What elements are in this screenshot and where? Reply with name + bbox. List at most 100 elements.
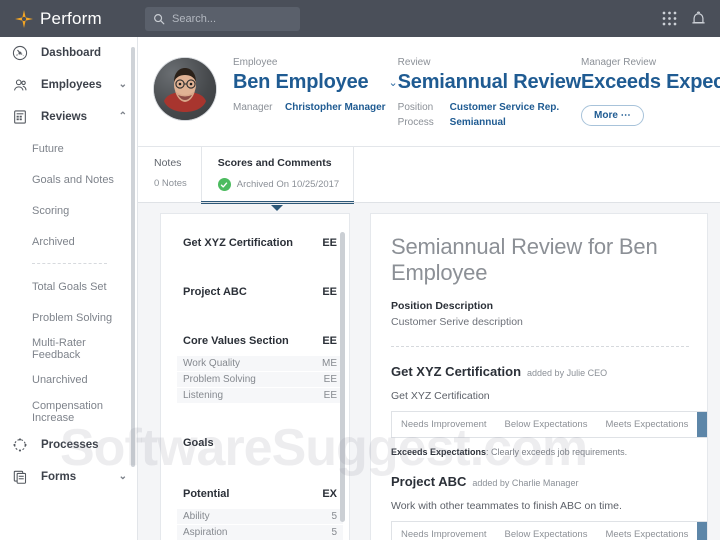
score-row: Goals	[183, 428, 337, 458]
goal-header: Get XYZ Certification added by Julie CEO	[391, 364, 707, 379]
score-name: Get XYZ Certification	[183, 237, 293, 249]
sidebar-scrollbar[interactable]	[131, 47, 135, 467]
score-group[interactable]: Potential EX Ability 5 Aspiration 5 Enga…	[183, 479, 337, 540]
score-row: Get XYZ Certification EE	[183, 228, 337, 258]
sidebar-item-forms[interactable]: Forms ⌄	[0, 461, 137, 493]
sidebar-item-reviews[interactable]: Reviews ⌃	[0, 101, 137, 133]
goal-header: Project ABC added by Charlie Manager	[391, 474, 707, 489]
tab-bar: Notes 0 Notes Scores and Comments Archiv…	[138, 147, 720, 203]
scores-panel-scrollbar[interactable]	[340, 232, 345, 522]
position-key: Position	[398, 102, 450, 113]
rating-option[interactable]: Below Expectations	[496, 412, 597, 437]
goal-added-by: added by Julie CEO	[527, 368, 607, 378]
brand-logo[interactable]: Perform	[0, 0, 138, 37]
score-name: Core Values Section	[183, 335, 289, 347]
score-subrow[interactable]: Work Quality ME	[177, 356, 343, 371]
score-group[interactable]: Get XYZ Certification EE	[183, 228, 337, 258]
scores-summary-panel: Get XYZ Certification EE Project ABC EE …	[160, 213, 350, 540]
forms-icon	[12, 469, 32, 485]
more-button[interactable]: More ⋯	[581, 105, 644, 126]
sidebar-sub-label: Problem Solving	[32, 312, 112, 324]
score-group[interactable]: Goals	[183, 428, 337, 458]
search-icon	[153, 13, 165, 25]
score-subrow[interactable]: Aspiration 5	[177, 525, 343, 540]
tab-notes[interactable]: Notes 0 Notes	[138, 147, 201, 203]
tab-subtitle: 0 Notes	[154, 178, 187, 189]
sidebar-item-dashboard[interactable]: Dashboard	[0, 37, 137, 69]
goal-added-by: added by Charlie Manager	[472, 478, 578, 488]
review-label: Review	[398, 57, 581, 68]
brand-name: Perform	[40, 9, 102, 29]
review-name: Semiannual Review	[398, 71, 581, 94]
sidebar-item-label: Dashboard	[41, 47, 101, 59]
sidebar-item-archived[interactable]: Archived	[0, 226, 137, 257]
search-input[interactable]	[172, 13, 290, 25]
score-subrow[interactable]: Listening EE	[177, 388, 343, 403]
score-value: EE	[322, 335, 337, 347]
rating-option-selected[interactable]: Exceeds Expectati...	[697, 522, 708, 540]
sidebar-item-scoring[interactable]: Scoring	[0, 195, 137, 226]
manager-review-value: Exceeds Expectations	[581, 71, 720, 94]
tab-subtitle-row: Archived On 10/25/2017	[218, 178, 339, 191]
manager-value[interactable]: Christopher Manager	[285, 102, 386, 113]
manager-review-block: Manager Review Exceeds Expectations More…	[581, 51, 720, 126]
score-value: EE	[322, 286, 337, 298]
sidebar-item-future[interactable]: Future	[0, 133, 137, 164]
score-name: Goals	[183, 437, 214, 449]
sidebar-item-employees[interactable]: Employees ⌄	[0, 69, 137, 101]
sidebar: Dashboard Employees ⌄ Reviews ⌃ Future	[0, 37, 138, 540]
page-title: Semiannual Review for Ben Employee	[391, 234, 707, 286]
sidebar-sub-label: Unarchived	[32, 374, 88, 386]
rating-option[interactable]: Meets Expectations	[596, 412, 697, 437]
people-icon	[12, 77, 32, 93]
score-subrow[interactable]: Problem Solving EE	[177, 372, 343, 387]
sidebar-sub-label: Scoring	[32, 205, 69, 217]
score-name: Problem Solving	[183, 374, 256, 385]
score-group[interactable]: Project ABC EE	[183, 277, 337, 307]
rating-option[interactable]: Needs Improvement	[392, 412, 496, 437]
tab-title: Notes	[154, 157, 187, 169]
content-area: Get XYZ Certification EE Project ABC EE …	[138, 213, 720, 540]
grid-apps-icon[interactable]	[662, 11, 677, 26]
review-sheet-icon	[12, 109, 32, 125]
rating-option[interactable]: Needs Improvement	[392, 522, 496, 540]
sidebar-item-goals-and-notes[interactable]: Goals and Notes	[0, 164, 137, 195]
sidebar-item-label: Forms	[41, 471, 76, 483]
sidebar-item-processes[interactable]: Processes	[0, 429, 137, 461]
chevron-down-icon[interactable]: ⌄	[388, 76, 397, 89]
score-value: EE	[322, 237, 337, 249]
employee-block: Employee Ben Employee ⌄ Manager Christop…	[233, 51, 398, 113]
score-row: Core Values Section EE	[183, 326, 337, 356]
employee-name[interactable]: Ben Employee	[233, 71, 368, 94]
sidebar-item-multi-rater-feedback[interactable]: Multi-Rater Feedback	[0, 333, 137, 364]
speedometer-icon	[12, 45, 32, 61]
tab-scores-and-comments[interactable]: Scores and Comments Archived On 10/25/20…	[201, 147, 354, 203]
sidebar-sub-label: Future	[32, 143, 64, 155]
rating-option-selected[interactable]: Exceeds Expectati...	[697, 412, 708, 437]
sidebar-item-unarchived[interactable]: Unarchived	[0, 364, 137, 395]
chevron-up-icon: ⌃	[119, 112, 127, 122]
bell-icon[interactable]	[691, 11, 706, 27]
sidebar-sub-label: Goals and Notes	[32, 174, 114, 186]
score-value: ME	[322, 358, 337, 369]
manager-key: Manager	[233, 102, 285, 113]
score-group[interactable]: Core Values Section EE Work Quality ME P…	[183, 326, 337, 403]
score-name: Work Quality	[183, 358, 240, 369]
score-name: Potential	[183, 488, 229, 500]
goal-name: Get XYZ Certification	[391, 364, 521, 379]
process-value[interactable]: Semiannual	[450, 117, 506, 128]
chevron-down-icon: ⌄	[119, 472, 127, 482]
score-value: 5	[331, 511, 337, 522]
sidebar-item-compensation-increase[interactable]: Compensation Increase	[0, 395, 137, 429]
score-name: Project ABC	[183, 286, 247, 298]
position-value[interactable]: Customer Service Rep.	[450, 102, 560, 113]
review-block: Review Semiannual Review Position Custom…	[398, 51, 581, 128]
search-box[interactable]	[145, 7, 300, 31]
score-subrow[interactable]: Ability 5	[177, 509, 343, 524]
sidebar-item-problem-solving[interactable]: Problem Solving	[0, 302, 137, 333]
sidebar-sub-label: Compensation Increase	[32, 400, 137, 425]
rating-option[interactable]: Meets Expectations	[596, 522, 697, 540]
sidebar-item-total-goals-set[interactable]: Total Goals Set	[0, 271, 137, 302]
rating-option[interactable]: Below Expectations	[496, 522, 597, 540]
rating-note-text: : Clearly exceeds job requirements.	[486, 447, 627, 457]
